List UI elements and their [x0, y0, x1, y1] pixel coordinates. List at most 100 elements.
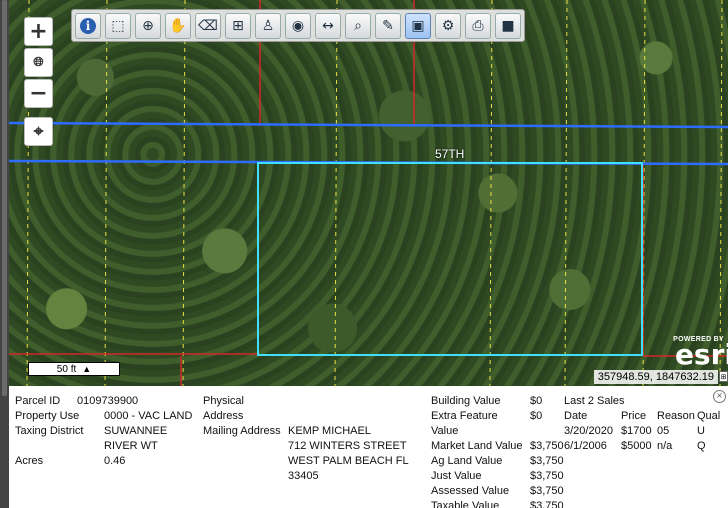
zoom-out-button[interactable]: − [24, 79, 53, 108]
sales-qual: U [697, 425, 705, 437]
scrollbar-thumb[interactable] [2, 0, 7, 396]
map-tool-button[interactable]: ▣ [405, 12, 431, 39]
zoom-in-tool-button[interactable]: ⊕ [135, 12, 161, 39]
scale-label: 50 ft [56, 363, 77, 375]
parcel-info-panel: × Parcel ID 0109739900 Property Use 0000 -… [9, 386, 728, 508]
zoom-in-button[interactable]: + [24, 17, 53, 46]
mailing-address-label: Mailing Address [203, 425, 281, 437]
sales-price: $1700 [621, 425, 652, 437]
layers-icon: ◉ [291, 17, 305, 34]
print-tool-button[interactable]: ⎙ [465, 12, 491, 39]
save-tool-button[interactable]: ■ [495, 12, 521, 39]
mailing-line: 33405 [288, 470, 319, 482]
taxing-district-value: SUWANNEE RIVER WT [104, 425, 168, 452]
save-icon: ■ [501, 17, 515, 34]
sales-qual: Q [697, 440, 706, 452]
identify-icon: i [80, 17, 96, 34]
value-row: Extra Feature Value $0 [431, 409, 566, 439]
pan-tool-button[interactable]: ✋ [165, 12, 191, 39]
value-label: Extra Feature Value [431, 410, 498, 437]
taxing-district-label: Taxing District [15, 425, 84, 437]
acres-value: 0.46 [104, 455, 126, 467]
map-toolbar: i ⬚ ⊕ ✋ ⌫ ⊞ ♙ ◉ ↔ ⌕ ✎ ▣ ⚙ ⎙ ■ [71, 9, 525, 42]
value-row: Assessed Value $3,750 [431, 484, 566, 499]
eraser-tool-button[interactable]: ⌫ [195, 12, 221, 39]
street-label: 57TH [435, 147, 465, 161]
layers-tool-button[interactable]: ◉ [285, 12, 311, 39]
sales-column: Last 2 Sales Date Price Reason Qual 3/20/20… [564, 394, 728, 454]
scale-bar: 50 ft ▲ [28, 362, 120, 376]
person-tool-button[interactable]: ♙ [255, 12, 281, 39]
search-tool-button[interactable]: ⌕ [345, 12, 371, 39]
value-row: Just Value $3,750 [431, 469, 566, 484]
measure-tool-button[interactable]: ↔ [315, 12, 341, 39]
value-amount: $0 [530, 395, 543, 407]
mailing-line: KEMP MICHAEL [288, 425, 371, 437]
sales-header-qual: Qual [697, 410, 721, 422]
sales-date: 3/20/2020 [564, 425, 613, 437]
map-view[interactable]: + 🌐︎ − ⌖ i ⬚ ⊕ ✋ ⌫ ⊞ ♙ ◉ ↔ ⌕ ✎ ▣ ⚙ ⎙ ■ 57TH 50 ft ▲ PO… [9, 0, 728, 386]
print-icon: ⎙ [472, 17, 484, 34]
sales-title: Last 2 Sales [564, 395, 625, 407]
pan-icon: ✋ [169, 17, 187, 34]
value-amount: $3,750 [530, 455, 564, 467]
value-row: Building Value $0 [431, 394, 566, 409]
value-label: Building Value [431, 395, 501, 407]
eraser-icon: ⌫ [198, 17, 218, 34]
globe-icon: 🌐︎ [33, 55, 44, 70]
left-scrollbar[interactable] [0, 0, 9, 508]
settings-icon: ⚙ [441, 17, 455, 34]
value-amount: $0 [530, 410, 543, 422]
parcel-column: Parcel ID 0109739900 Property Use 0000 - V… [15, 394, 195, 469]
value-amount: $3,750 [530, 470, 564, 482]
physical-address-label: Physical Address [203, 395, 244, 422]
address-column: Physical Address Mailing Address KEMP MI… [203, 394, 423, 484]
value-label: Just Value [431, 470, 482, 482]
parcel-id-value: 0109739900 [77, 395, 139, 407]
globe-button[interactable]: 🌐︎ [24, 48, 53, 77]
add-icon: ⊞ [232, 17, 244, 34]
value-row: Market Land Value $3,750 [431, 439, 566, 454]
app-frame: + 🌐︎ − ⌖ i ⬚ ⊕ ✋ ⌫ ⊞ ♙ ◉ ↔ ⌕ ✎ ▣ ⚙ ⎙ ■ 57TH 50 ft ▲ PO… [0, 0, 728, 508]
mailing-line: 712 WINTERS STREET [288, 440, 407, 452]
draw-tool-button[interactable]: ✎ [375, 12, 401, 39]
mailing-address-value: KEMP MICHAEL 712 WINTERS STREET WEST PALM … [288, 424, 409, 484]
value-amount: $3,750 [530, 440, 564, 452]
select-tool-button[interactable]: ⬚ [105, 12, 131, 39]
sales-header-price: Price [621, 410, 647, 422]
sales-row: 3/20/2020 $1700 05 U [564, 424, 728, 439]
sales-reason: 05 [657, 425, 670, 437]
value-label: Taxable Value [431, 500, 500, 508]
locate-button[interactable]: ⌖ [24, 117, 53, 146]
property-use-value: 0000 - VAC LAND [104, 410, 193, 422]
value-row: Taxable Value $3,750 [431, 499, 566, 508]
person-icon: ♙ [261, 17, 275, 34]
map-icon: ▣ [411, 17, 425, 34]
scale-arrow-icon: ▲ [82, 364, 92, 374]
value-amount: $3,750 [530, 500, 564, 508]
settings-tool-button[interactable]: ⚙ [435, 12, 461, 39]
coordinate-toggle-icon[interactable]: ⊞ [719, 371, 728, 382]
sales-header-row: Date Price Reason Qual [564, 409, 728, 424]
sales-header-reason: Reason [657, 410, 695, 422]
value-label: Assessed Value [431, 485, 510, 497]
sales-header-date: Date [564, 410, 588, 422]
sales-reason: n/a [657, 440, 673, 452]
select-icon: ⬚ [111, 17, 125, 34]
zoom-in-icon: ⊕ [142, 17, 154, 34]
sales-date: 6/1/2006 [564, 440, 607, 452]
esri-attribution[interactable]: POWERED BY esri [673, 336, 728, 371]
mailing-line: WEST PALM BEACH FL [288, 455, 409, 467]
acres-label: Acres [15, 455, 44, 467]
draw-icon: ✎ [382, 17, 394, 34]
coordinate-readout: 357948.59, 1847632.19 [593, 370, 718, 384]
map-overlay [9, 0, 728, 386]
esri-logo: esri [674, 338, 728, 371]
search-icon: ⌕ [354, 17, 362, 34]
property-use-label: Property Use [15, 410, 80, 422]
value-row: Ag Land Value $3,750 [431, 454, 566, 469]
measure-icon: ↔ [322, 17, 334, 34]
add-tool-button[interactable]: ⊞ [225, 12, 251, 39]
identify-tool-button[interactable]: i [75, 12, 101, 39]
value-label: Market Land Value [431, 440, 523, 452]
